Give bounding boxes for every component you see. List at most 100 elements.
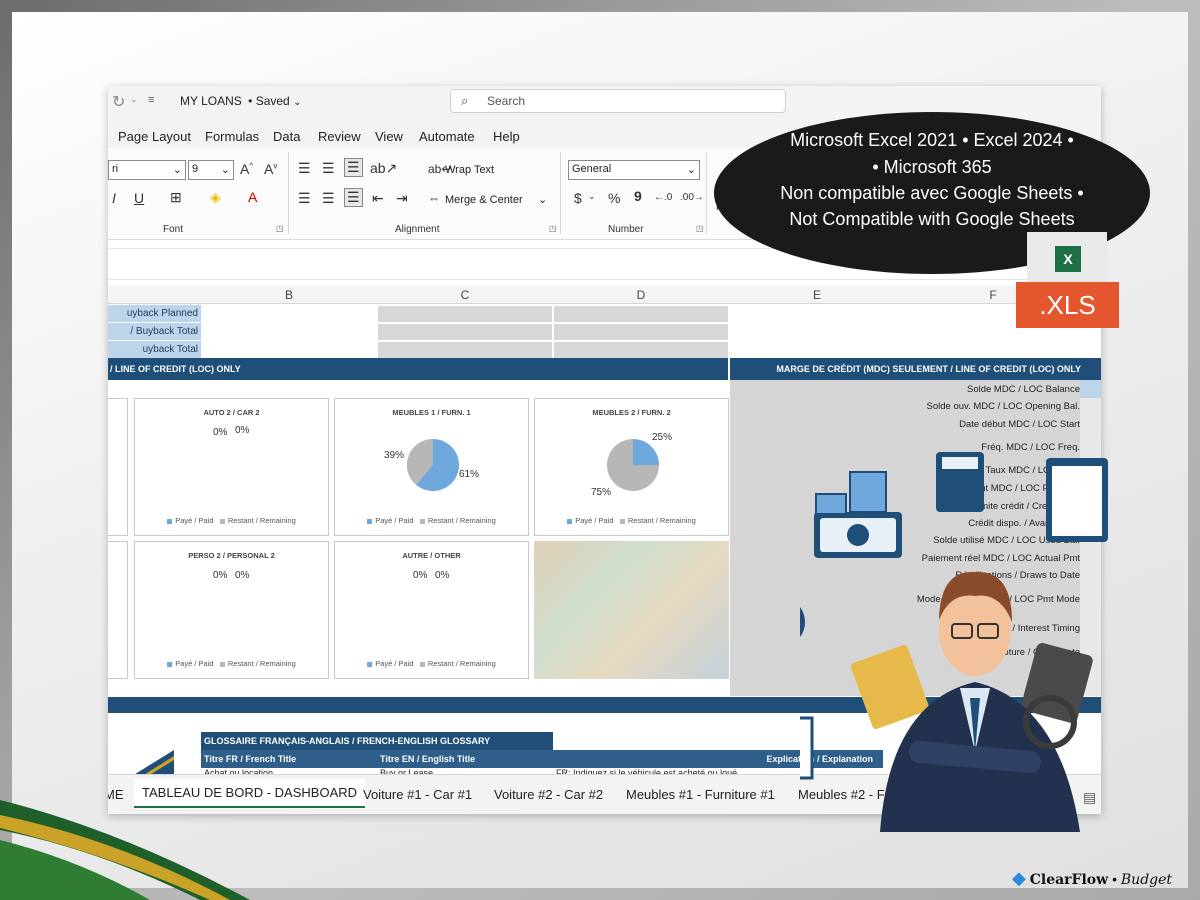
chevron-down-icon: ⌄ xyxy=(686,164,696,176)
grid-cell[interactable] xyxy=(377,305,553,323)
font-size-select[interactable]: 9 ⌄ xyxy=(188,160,234,180)
menu-formulas[interactable]: Formulas xyxy=(205,129,259,144)
underline-icon[interactable]: U xyxy=(134,190,144,206)
increase-decimal-icon[interactable]: ←.0 xyxy=(654,192,672,203)
chevron-down-icon[interactable]: ⌄ xyxy=(130,94,138,105)
pie-chart xyxy=(607,439,659,491)
orientation-icon[interactable]: ab↗ xyxy=(370,160,397,177)
chevron-down-icon: ⌄ xyxy=(293,97,302,108)
sheet-tab[interactable]: ME xyxy=(108,787,124,802)
align-left-icon[interactable]: ☰ xyxy=(298,190,311,207)
search-icon: ⌕ xyxy=(461,93,469,108)
menu-help[interactable]: Help xyxy=(493,129,520,144)
merge-center-icon[interactable]: ⇔ xyxy=(428,191,440,205)
italic-icon[interactable]: I xyxy=(112,190,116,206)
dialog-launcher-icon[interactable]: ◳ xyxy=(696,224,704,233)
logo-triangle-icon xyxy=(132,750,174,776)
sheet-tab-car-1[interactable]: Voiture #1 - Car #1 xyxy=(363,787,472,802)
row-label-cell[interactable]: / Buyback Total Cost xyxy=(108,323,201,354)
wrap-text-button[interactable]: Wrap Text xyxy=(445,164,494,176)
chart-box-partial xyxy=(108,398,128,536)
decrease-decimal-icon[interactable]: .00→ xyxy=(680,192,704,203)
dialog-launcher-icon[interactable]: ◳ xyxy=(276,224,284,233)
decrease-font-icon[interactable]: Av xyxy=(264,161,277,177)
grid-cell[interactable] xyxy=(553,305,729,323)
menu-review[interactable]: Review xyxy=(318,129,361,144)
xls-badge: .XLS xyxy=(1016,282,1119,328)
bubble-line: Non compatible avec Google Sheets • xyxy=(780,183,1084,203)
column-header-c[interactable]: C xyxy=(377,288,553,302)
chart-legend: Payé / Paid Restant / Remaining xyxy=(135,516,328,525)
sheet-tab-car-2[interactable]: Voiture #2 - Car #2 xyxy=(494,787,603,802)
brand-logo: ◆ ClearFlow • Budget xyxy=(1012,868,1173,888)
chart-legend: Payé / Paid Restant / Remaining xyxy=(335,659,528,668)
search-box[interactable]: ⌕ Search xyxy=(450,89,786,113)
chart-furniture-1[interactable]: MEUBLES 1 / FURN. 1 39% 61% Payé / Paid … xyxy=(334,398,529,536)
comma-style-icon[interactable]: 9 xyxy=(634,188,642,204)
loc-row-label: Date début MDC / LOC Start xyxy=(959,419,1080,430)
row-label-cell[interactable]: uyback Total Interest xyxy=(108,341,201,372)
chart-percent-label: 0% xyxy=(435,570,450,581)
align-right-icon[interactable]: ☰ xyxy=(344,188,363,207)
row-label-cell[interactable]: uyback Planned Pmts xyxy=(108,305,201,336)
column-header-d[interactable]: D xyxy=(553,288,729,302)
menu-automate[interactable]: Automate xyxy=(419,129,475,144)
chart-percent-label: 0% xyxy=(213,427,228,438)
redo-icon[interactable]: ↻ xyxy=(112,92,125,112)
chevron-down-icon[interactable]: ⌄ xyxy=(588,191,596,202)
font-name-select[interactable]: ri ⌄ xyxy=(108,160,186,180)
chevron-down-icon: ⌄ xyxy=(172,164,182,176)
align-middle-icon[interactable]: ☰ xyxy=(322,160,335,177)
column-header-b[interactable]: B xyxy=(201,288,377,302)
chart-personal-2[interactable]: PERSO 2 / PERSONAL 2 0% 0% Payé / Paid R… xyxy=(134,541,329,679)
group-label-alignment: Alignment xyxy=(395,224,440,235)
sheet-tab-dashboard[interactable]: TABLEAU DE BORD - DASHBOARD xyxy=(134,779,366,808)
sheet-tab-furniture-1[interactable]: Meubles #1 - Furniture #1 xyxy=(626,787,775,802)
glossary-title: GLOSSAIRE FRANÇAIS-ANGLAIS / FRENCH-ENGL… xyxy=(201,732,553,750)
loc-row-label: Solde ouv. MDC / LOC Opening Bal. xyxy=(926,401,1080,412)
chart-percent-label: 0% xyxy=(413,570,428,581)
divider xyxy=(706,152,707,234)
loc-row-label: Solde MDC / LOC Balance xyxy=(967,384,1080,395)
merge-center-button[interactable]: Merge & Center xyxy=(445,194,523,206)
chart-percent-label: 0% xyxy=(213,570,228,581)
document-title[interactable]: MY LOANS • Saved ⌄ xyxy=(180,94,301,108)
quick-access-menu-icon[interactable]: ≡ xyxy=(148,94,154,106)
column-header-e[interactable]: E xyxy=(729,288,905,302)
decrease-indent-icon[interactable]: ⇤ xyxy=(372,190,384,207)
borders-icon[interactable]: ⊞ xyxy=(170,189,182,206)
chart-percent-label: 0% xyxy=(235,425,250,436)
menu-page-layout[interactable]: Page Layout xyxy=(118,129,191,144)
glossary-column-en: Titre EN / English Title xyxy=(377,750,553,768)
search-placeholder: Search xyxy=(487,94,526,108)
menu-view[interactable]: View xyxy=(375,129,403,144)
chart-legend: Payé / Paid Restant / Remaining xyxy=(135,659,328,668)
dialog-launcher-icon[interactable]: ◳ xyxy=(549,224,557,233)
grid-cell[interactable] xyxy=(553,341,729,359)
grid-cell[interactable] xyxy=(553,323,729,341)
number-format-select[interactable]: General ⌄ xyxy=(568,160,700,180)
font-color-icon[interactable]: A xyxy=(248,189,257,205)
chart-auto-2[interactable]: AUTO 2 / CAR 2 0% 0% Payé / Paid Restant… xyxy=(134,398,329,536)
align-center-icon[interactable]: ☰ xyxy=(322,190,335,207)
bubble-line: Microsoft Excel 2021 • Excel 2024 • xyxy=(790,130,1074,150)
chevron-down-icon[interactable]: ⌄ xyxy=(538,193,547,206)
fill-color-icon[interactable]: ◈ xyxy=(210,189,221,206)
percent-icon[interactable]: % xyxy=(608,190,620,206)
grid-cell[interactable] xyxy=(377,341,553,359)
grid-cell[interactable] xyxy=(377,323,553,341)
chart-furniture-2[interactable]: MEUBLES 2 / FURN. 2 25% 75% Payé / Paid … xyxy=(534,398,729,536)
loc-balance-cell[interactable] xyxy=(1080,380,1101,398)
menu-data[interactable]: Data xyxy=(273,129,300,144)
currency-icon[interactable]: $ xyxy=(574,190,582,206)
align-bottom-icon[interactable]: ☰ xyxy=(344,158,363,177)
chart-title: MEUBLES 1 / FURN. 1 xyxy=(392,408,471,417)
diamond-icon: ◆ xyxy=(1012,868,1026,888)
chart-other[interactable]: AUTRE / OTHER 0% 0% Payé / Paid Restant … xyxy=(334,541,529,679)
align-top-icon[interactable]: ☰ xyxy=(298,160,311,177)
increase-font-icon[interactable]: A^ xyxy=(240,161,253,177)
chart-title: AUTO 2 / CAR 2 xyxy=(203,408,260,417)
chart-percent-label: 0% xyxy=(235,570,250,581)
increase-indent-icon[interactable]: ⇥ xyxy=(396,190,408,207)
chart-percent-label: 61% xyxy=(459,469,480,480)
